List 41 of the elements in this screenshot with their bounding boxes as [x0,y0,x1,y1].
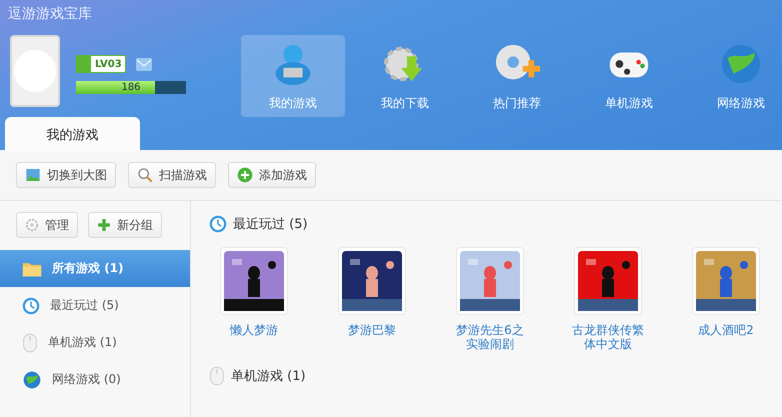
toolbar-button[interactable]: 添加游戏 [228,162,316,188]
section-title: 最近玩过 (5) [233,216,308,233]
nav-tab[interactable]: 网络游戏 [689,35,782,117]
add-icon [237,167,253,183]
game-thumbnail[interactable] [220,247,288,315]
nav-tab[interactable]: 单机游戏 [577,35,681,117]
game-thumbnail[interactable] [692,247,760,315]
clock-icon [22,296,40,314]
sidebar-item[interactable]: 最近玩过 (5) [0,287,190,324]
game-title[interactable]: 梦游先生6之实验闹剧 [451,323,529,351]
globe-icon [22,370,42,390]
gear-icon [25,218,39,232]
nav-tab[interactable]: 我的游戏 [241,35,345,117]
game-thumbnail[interactable] [456,247,524,315]
mouse-icon [22,332,38,352]
search-icon [137,167,153,183]
section-title: 单机游戏 (1) [231,368,306,385]
game-thumbnail[interactable] [338,247,406,315]
window-title: 逗游游戏宝库 [7,5,93,23]
clock-icon [209,215,227,233]
level-badge: LV03 [76,55,126,73]
image-icon [25,167,41,183]
game-title[interactable]: 古龙群侠传繁体中文版 [569,323,647,351]
nav-tab[interactable]: 我的下载 [353,35,457,117]
mouse-icon [209,366,225,386]
plus-icon [97,218,111,232]
sidebar-button[interactable]: 新分组 [88,212,162,238]
toolbar-button[interactable]: 扫描游戏 [128,162,216,188]
sidebar-item[interactable]: 网络游戏 (0) [0,361,190,398]
game-title[interactable]: 成人酒吧2 [687,323,765,337]
game-title[interactable]: 梦游巴黎 [333,323,411,337]
toolbar-button[interactable]: 切换到大图 [16,162,116,188]
sidebar-item[interactable]: 所有游戏 (1) [0,250,190,287]
nav-tab[interactable]: 热门推荐 [465,35,569,117]
game-title[interactable]: 懒人梦游 [215,323,293,337]
experience-bar: 186 [76,81,186,94]
tab[interactable]: 我的游戏 [5,117,140,152]
mail-icon[interactable] [136,58,152,70]
sidebar-item[interactable]: 单机游戏 (1) [0,324,190,361]
sidebar-button[interactable]: 管理 [16,212,78,238]
game-thumbnail[interactable] [574,247,642,315]
